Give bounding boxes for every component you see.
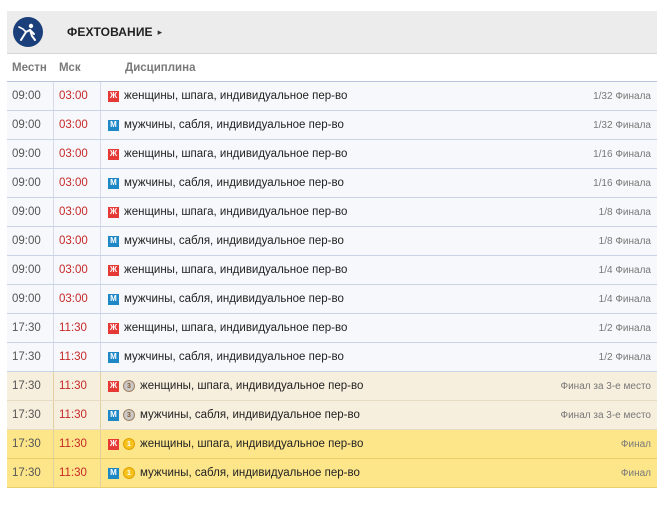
column-headers: Местн Мск Дисциплина	[7, 54, 657, 82]
male-icon: М	[108, 409, 119, 421]
local-time: 09:00	[12, 235, 41, 247]
moscow-time: 11:30	[53, 401, 101, 429]
local-time: 09:00	[12, 206, 41, 218]
male-icon: М	[108, 467, 119, 479]
col-local-time: Местн	[12, 61, 47, 74]
schedule-widget: ФЕХТОВАНИЕ ▸ Местн Мск Дисциплина 09:00 …	[7, 11, 657, 488]
discipline-name: женщины, шпага, индивидуальное пер-во	[140, 438, 364, 450]
local-time: 09:00	[12, 177, 41, 189]
stage-label: Финал	[620, 467, 651, 479]
stage-label: 1/8 Финала	[598, 235, 651, 247]
event-row[interactable]: 17:30 11:30 Ж 1 женщины, шпага, индивиду…	[7, 430, 657, 459]
bronze-medal-icon: 3	[123, 409, 135, 421]
female-icon: Ж	[108, 90, 119, 102]
stage-label: Финал	[620, 438, 651, 450]
event-row[interactable]: 09:00 03:00 Ж женщины, шпага, индивидуал…	[7, 82, 657, 111]
moscow-time: 11:30	[53, 430, 101, 458]
event-row[interactable]: 17:30 11:30 Ж женщины, шпага, индивидуал…	[7, 314, 657, 343]
stage-label: 1/4 Финала	[598, 293, 651, 305]
discipline-name: мужчины, сабля, индивидуальное пер-во	[124, 177, 344, 189]
bronze-medal-icon: 3	[123, 380, 135, 392]
discipline-name: женщины, шпага, индивидуальное пер-во	[124, 264, 348, 276]
female-icon: Ж	[108, 438, 119, 450]
local-time: 09:00	[12, 90, 41, 102]
moscow-time: 11:30	[53, 372, 101, 400]
male-icon: М	[108, 235, 119, 247]
local-time: 09:00	[12, 264, 41, 276]
discipline-name: женщины, шпага, индивидуальное пер-во	[124, 206, 348, 218]
local-time: 17:30	[12, 467, 41, 479]
female-icon: Ж	[108, 148, 119, 160]
moscow-time: 11:30	[53, 459, 101, 487]
moscow-time: 03:00	[53, 256, 101, 284]
stage-label: 1/32 Финала	[593, 119, 651, 131]
local-time: 17:30	[12, 351, 41, 363]
event-row[interactable]: 09:00 03:00 М мужчины, сабля, индивидуал…	[7, 285, 657, 314]
stage-label: 1/2 Финала	[598, 351, 651, 363]
stage-label: Финал за 3-е место	[560, 380, 651, 392]
male-icon: М	[108, 119, 119, 131]
male-icon: М	[108, 177, 119, 189]
stage-label: 1/8 Финала	[598, 206, 651, 218]
moscow-time: 03:00	[53, 140, 101, 168]
moscow-time: 11:30	[53, 314, 101, 342]
discipline-name: женщины, шпага, индивидуальное пер-во	[124, 90, 348, 102]
gold-medal-icon: 1	[123, 467, 135, 479]
discipline-name: женщины, шпага, индивидуальное пер-во	[124, 148, 348, 160]
fencing-icon	[13, 17, 43, 47]
moscow-time: 03:00	[53, 82, 101, 110]
local-time: 17:30	[12, 409, 41, 421]
local-time: 17:30	[12, 438, 41, 450]
moscow-time: 03:00	[53, 169, 101, 197]
stage-label: 1/4 Финала	[598, 264, 651, 276]
sport-header[interactable]: ФЕХТОВАНИЕ ▸	[7, 11, 657, 54]
moscow-time: 03:00	[53, 227, 101, 255]
discipline-name: мужчины, сабля, индивидуальное пер-во	[124, 119, 344, 131]
col-moscow-time: Мск	[59, 61, 81, 74]
local-time: 09:00	[12, 119, 41, 131]
event-row[interactable]: 17:30 11:30 М мужчины, сабля, индивидуал…	[7, 343, 657, 372]
male-icon: М	[108, 351, 119, 363]
local-time: 09:00	[12, 293, 41, 305]
event-row[interactable]: 17:30 11:30 М 1 мужчины, сабля, индивиду…	[7, 459, 657, 488]
col-discipline: Дисциплина	[125, 61, 196, 74]
discipline-name: мужчины, сабля, индивидуальное пер-во	[140, 467, 360, 479]
event-row[interactable]: 09:00 03:00 М мужчины, сабля, индивидуал…	[7, 169, 657, 198]
female-icon: Ж	[108, 380, 119, 392]
moscow-time: 03:00	[53, 285, 101, 313]
discipline-name: мужчины, сабля, индивидуальное пер-во	[124, 235, 344, 247]
discipline-name: мужчины, сабля, индивидуальное пер-во	[140, 409, 360, 421]
stage-label: 1/32 Финала	[593, 90, 651, 102]
discipline-name: женщины, шпага, индивидуальное пер-во	[140, 380, 364, 392]
local-time: 09:00	[12, 148, 41, 160]
discipline-name: мужчины, сабля, индивидуальное пер-во	[124, 293, 344, 305]
female-icon: Ж	[108, 264, 119, 276]
events-list: 09:00 03:00 Ж женщины, шпага, индивидуал…	[7, 82, 657, 488]
female-icon: Ж	[108, 206, 119, 218]
sport-title[interactable]: ФЕХТОВАНИЕ	[67, 25, 153, 39]
stage-label: Финал за 3-е место	[560, 409, 651, 421]
stage-label: 1/2 Финала	[598, 322, 651, 334]
stage-label: 1/16 Финала	[593, 177, 651, 189]
female-icon: Ж	[108, 322, 119, 334]
event-row[interactable]: 17:30 11:30 М 3 мужчины, сабля, индивиду…	[7, 401, 657, 430]
event-row[interactable]: 09:00 03:00 Ж женщины, шпага, индивидуал…	[7, 140, 657, 169]
event-row[interactable]: 09:00 03:00 Ж женщины, шпага, индивидуал…	[7, 198, 657, 227]
local-time: 17:30	[12, 322, 41, 334]
caret-right-icon: ▸	[157, 26, 163, 37]
moscow-time: 03:00	[53, 111, 101, 139]
male-icon: М	[108, 293, 119, 305]
discipline-name: мужчины, сабля, индивидуальное пер-во	[124, 351, 344, 363]
gold-medal-icon: 1	[123, 438, 135, 450]
moscow-time: 03:00	[53, 198, 101, 226]
event-row[interactable]: 09:00 03:00 М мужчины, сабля, индивидуал…	[7, 227, 657, 256]
event-row[interactable]: 09:00 03:00 М мужчины, сабля, индивидуал…	[7, 111, 657, 140]
discipline-name: женщины, шпага, индивидуальное пер-во	[124, 322, 348, 334]
local-time: 17:30	[12, 380, 41, 392]
event-row[interactable]: 09:00 03:00 Ж женщины, шпага, индивидуал…	[7, 256, 657, 285]
event-row[interactable]: 17:30 11:30 Ж 3 женщины, шпага, индивиду…	[7, 372, 657, 401]
stage-label: 1/16 Финала	[593, 148, 651, 160]
moscow-time: 11:30	[53, 343, 101, 371]
